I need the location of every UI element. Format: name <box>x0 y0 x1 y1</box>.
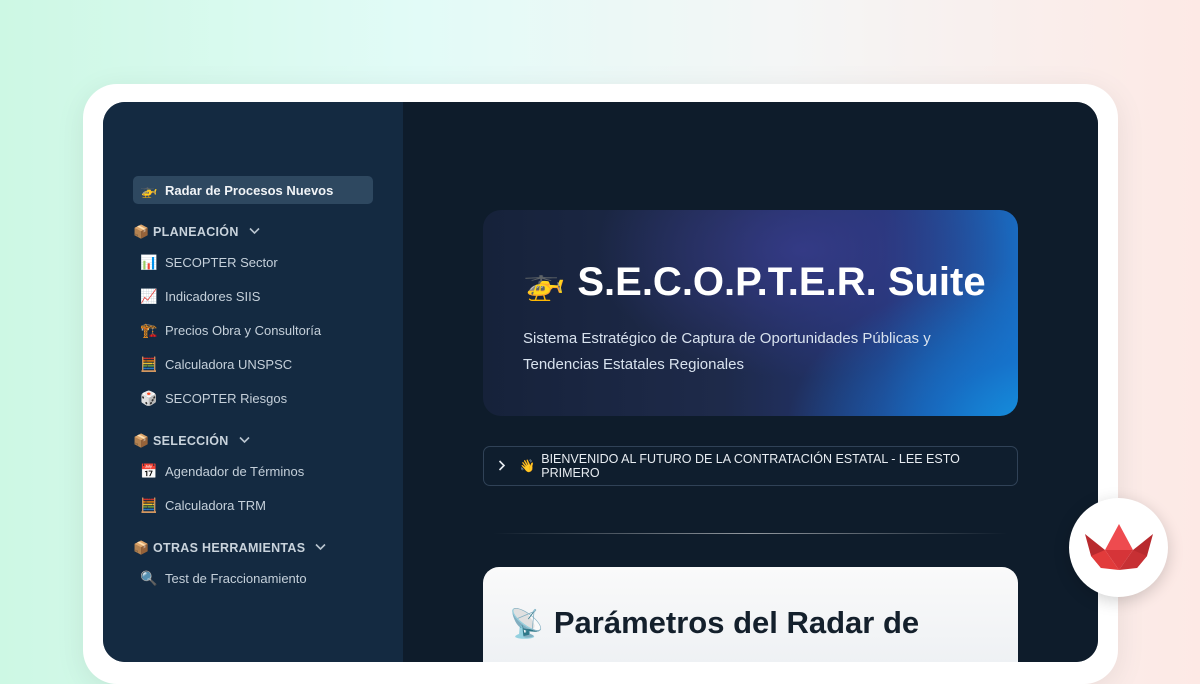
section-label: PLANEACIÓN <box>153 225 239 239</box>
streamlit-logo-badge[interactable] <box>1069 498 1168 597</box>
hero-subtitle: Sistema Estratégico de Captura de Oportu… <box>523 330 931 373</box>
welcome-expander[interactable]: 👋 BIENVENIDO AL FUTURO DE LA CONTRATACIÓ… <box>483 446 1018 486</box>
trend-chart-icon: 📈 <box>140 287 158 304</box>
crown-logo-icon <box>1085 524 1153 570</box>
chevron-down-icon[interactable] <box>249 226 260 238</box>
sidebar-item-test-fraccionamiento[interactable]: 🔍 Test de Fraccionamiento <box>133 566 307 590</box>
hero-title: 🚁 S.E.C.O.P.T.E.R. Suite <box>523 260 986 305</box>
construction-icon: 🏗️ <box>140 321 158 338</box>
package-icon: 📦 <box>133 540 150 555</box>
package-icon: 📦 <box>133 433 150 448</box>
sidebar-item-indicadores-siis[interactable]: 📈 Indicadores SIIS <box>133 284 260 308</box>
waving-hand-icon: 👋 <box>519 458 536 473</box>
magnifier-icon: 🔍 <box>140 569 158 586</box>
expander-label: BIENVENIDO AL FUTURO DE LA CONTRATACIÓN … <box>541 452 960 480</box>
app-window: 🚁 Radar de Procesos Nuevos 📦 PLANEACIÓN … <box>103 102 1098 662</box>
helicopter-icon: 🚁 <box>140 181 158 198</box>
helicopter-icon: 🚁 <box>523 263 566 302</box>
sidebar-item-label: SECOPTER Sector <box>165 254 278 270</box>
sidebar-item-label: Agendador de Términos <box>165 463 305 479</box>
sidebar: 🚁 Radar de Procesos Nuevos 📦 PLANEACIÓN … <box>103 102 403 662</box>
chevron-right-icon[interactable] <box>484 458 520 474</box>
sidebar-item-label: Calculadora TRM <box>165 497 266 513</box>
hero-banner: 🚁 S.E.C.O.P.T.E.R. Suite Sistema Estraté… <box>483 210 1018 416</box>
divider <box>493 533 1008 534</box>
sidebar-item-label: Precios Obra y Consultoría <box>165 322 322 338</box>
satellite-dish-icon: 📡 <box>509 607 544 639</box>
section-otras-herramientas[interactable]: 📦 OTRAS HERRAMIENTAS <box>133 537 326 559</box>
abacus-icon: 🧮 <box>140 496 158 513</box>
abacus-icon: 🧮 <box>140 355 158 372</box>
section-planeacion[interactable]: 📦 PLANEACIÓN <box>133 221 260 243</box>
main-content: 🚁 S.E.C.O.P.T.E.R. Suite Sistema Estraté… <box>403 102 1098 662</box>
chevron-down-icon[interactable] <box>315 542 326 554</box>
bar-chart-icon: 📊 <box>140 253 158 270</box>
dice-icon: 🎲 <box>140 389 158 406</box>
hero-title-text: S.E.C.O.P.T.E.R. Suite <box>577 260 986 304</box>
section-seleccion[interactable]: 📦 SELECCIÓN <box>133 430 250 452</box>
sidebar-item-secopter-sector[interactable]: 📊 SECOPTER Sector <box>133 250 278 274</box>
sidebar-item-label: Radar de Procesos Nuevos <box>165 182 334 198</box>
section-label: OTRAS HERRAMIENTAS <box>153 541 306 555</box>
sidebar-item-label: Indicadores SIIS <box>165 288 261 304</box>
sidebar-item-radar-procesos[interactable]: 🚁 Radar de Procesos Nuevos <box>133 176 373 204</box>
card-title-text: Parámetros del Radar de <box>553 605 920 640</box>
card-title: 📡 Parámetros del Radar de <box>509 605 919 641</box>
chevron-down-icon[interactable] <box>239 435 250 447</box>
radar-parameters-card: 📡 Parámetros del Radar de <box>483 567 1018 662</box>
sidebar-item-agendador-terminos[interactable]: 📅 Agendador de Términos <box>133 459 304 483</box>
calendar-icon: 📅 <box>140 462 158 479</box>
sidebar-item-secopter-riesgos[interactable]: 🎲 SECOPTER Riesgos <box>133 386 287 410</box>
sidebar-item-calculadora-trm[interactable]: 🧮 Calculadora TRM <box>133 493 266 517</box>
sidebar-item-calculadora-unspsc[interactable]: 🧮 Calculadora UNSPSC <box>133 352 292 376</box>
section-label: SELECCIÓN <box>153 434 229 448</box>
sidebar-item-label: Test de Fraccionamiento <box>165 570 307 586</box>
sidebar-item-label: SECOPTER Riesgos <box>165 390 288 406</box>
sidebar-item-label: Calculadora UNSPSC <box>165 356 293 372</box>
package-icon: 📦 <box>133 224 150 239</box>
sidebar-item-precios-obra[interactable]: 🏗️ Precios Obra y Consultoría <box>133 318 321 342</box>
